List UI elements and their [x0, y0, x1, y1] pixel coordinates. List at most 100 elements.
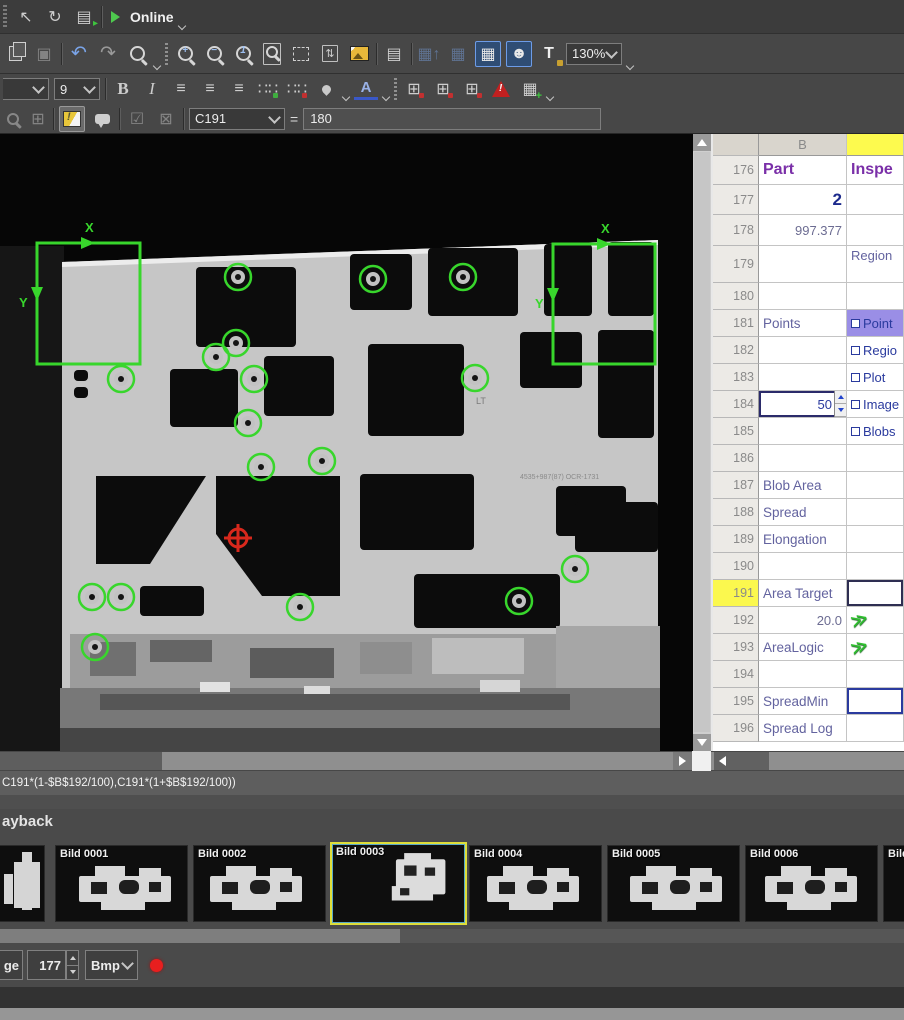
- cell-C187[interactable]: [847, 472, 904, 499]
- formula-value-field[interactable]: 180: [303, 108, 601, 130]
- cell-B191[interactable]: Area Target: [759, 580, 847, 607]
- font-name-select[interactable]: [3, 78, 49, 100]
- note-icon[interactable]: [59, 106, 85, 132]
- row-number-183[interactable]: 183: [713, 364, 759, 391]
- row-number-178[interactable]: 178: [713, 215, 759, 246]
- cell-B195[interactable]: SpreadMin: [759, 688, 847, 715]
- cell-C195[interactable]: [847, 688, 904, 715]
- cell-C181[interactable]: Point: [847, 310, 904, 337]
- spin-up-icon[interactable]: [835, 391, 846, 404]
- image-display-icon[interactable]: [347, 42, 371, 66]
- fail-color-format-icon[interactable]: ∷∷: [285, 77, 309, 101]
- row-number-189[interactable]: 189: [713, 526, 759, 553]
- row-number-185[interactable]: 185: [713, 418, 759, 445]
- thumbnail-bild-0005[interactable]: Bild 0005: [607, 845, 740, 922]
- cell-B185[interactable]: [759, 418, 847, 445]
- online-dropdown-caret[interactable]: [177, 22, 185, 30]
- row-number-187[interactable]: 187: [713, 472, 759, 499]
- cell-B190[interactable]: [759, 553, 847, 580]
- align-right-icon[interactable]: ≡: [227, 77, 251, 101]
- cell-B177[interactable]: 2: [759, 185, 847, 215]
- cell-C188[interactable]: [847, 499, 904, 526]
- export-job-icon[interactable]: ▤▸: [72, 5, 96, 29]
- zoom-actual-icon[interactable]: 1: [231, 42, 255, 66]
- thumbnail-bild-0003[interactable]: Bild 0003: [330, 842, 467, 925]
- column-header-c[interactable]: [847, 134, 904, 156]
- scroll-up-button[interactable]: [693, 134, 711, 151]
- cell-B193[interactable]: AreaLogic: [759, 634, 847, 661]
- overlay-text-icon[interactable]: T: [537, 42, 561, 66]
- column-header-b[interactable]: B: [759, 134, 847, 156]
- cell-B181[interactable]: Points: [759, 310, 847, 337]
- frame-stepper[interactable]: [66, 950, 79, 980]
- image-vertical-scrollbar[interactable]: [693, 134, 711, 751]
- undo-icon[interactable]: ↶: [67, 42, 91, 66]
- cell-C193[interactable]: ≫: [847, 634, 904, 661]
- cell-spinner[interactable]: [834, 391, 846, 417]
- select-tool-icon[interactable]: ↖: [14, 5, 38, 29]
- align-center-icon[interactable]: ≡: [198, 77, 222, 101]
- thumbnail-bild[interactable]: Bild: [883, 845, 904, 922]
- comment-icon[interactable]: [90, 107, 114, 131]
- insert-row-icon[interactable]: ▦↑: [417, 42, 441, 66]
- online-label[interactable]: Online: [130, 9, 174, 25]
- cell-C194[interactable]: [847, 661, 904, 688]
- row-number-196[interactable]: 196: [713, 715, 759, 742]
- paste-icon[interactable]: ▣: [32, 42, 56, 66]
- row-number-194[interactable]: 194: [713, 661, 759, 688]
- row-number-180[interactable]: 180: [713, 283, 759, 310]
- zoom-cell-icon[interactable]: [3, 107, 23, 131]
- cell-C190[interactable]: [847, 553, 904, 580]
- row-number-184[interactable]: 184: [713, 391, 759, 418]
- cell-B188[interactable]: Spread: [759, 499, 847, 526]
- row-number-193[interactable]: 193: [713, 634, 759, 661]
- row-number-181[interactable]: 181: [713, 310, 759, 337]
- thumbnail-bild-0004[interactable]: Bild 0004: [469, 845, 602, 922]
- font-color-icon[interactable]: A: [354, 79, 378, 100]
- row-number-192[interactable]: 192: [713, 607, 759, 634]
- graphics-stack-icon[interactable]: ▤: [382, 42, 406, 66]
- image-horizontal-scrollbar[interactable]: [0, 752, 673, 770]
- scroll-down-button[interactable]: [693, 734, 711, 751]
- filmstrip-scrollbar[interactable]: [0, 929, 904, 943]
- row-number-176[interactable]: 176: [713, 156, 759, 185]
- image-hscroll-thumb[interactable]: [0, 752, 162, 770]
- zoom-level-select[interactable]: 130%: [566, 43, 622, 65]
- row-number-190[interactable]: 190: [713, 553, 759, 580]
- error-warning-icon[interactable]: [489, 77, 513, 101]
- job-pass-fail-icon[interactable]: ▦+: [518, 77, 542, 101]
- crosshair-grid-icon[interactable]: ⊞: [28, 107, 48, 131]
- cell-B176[interactable]: Part: [759, 156, 847, 185]
- image-view-button[interactable]: ☻: [506, 41, 532, 67]
- corner-header[interactable]: [713, 134, 759, 156]
- zoom-region-icon[interactable]: [260, 42, 284, 66]
- toolbar-grip[interactable]: [3, 5, 7, 29]
- insert-column-icon[interactable]: ▦: [446, 42, 470, 66]
- cell-B184[interactable]: 50: [759, 391, 847, 418]
- pass-color-format-icon[interactable]: ∷∷: [256, 77, 280, 101]
- cell-C185[interactable]: Blobs: [847, 418, 904, 445]
- cell-B196[interactable]: Spread Log: [759, 715, 847, 742]
- cell-C192[interactable]: ≫: [847, 607, 904, 634]
- checkbox-tool-icon[interactable]: ☑: [125, 107, 149, 131]
- cell-B178[interactable]: 997.377: [759, 215, 847, 246]
- image-viewport[interactable]: 4535+987(87) OCR-1731LTXYXY: [0, 134, 693, 751]
- cell-C196[interactable]: [847, 715, 904, 742]
- frame-step-down[interactable]: [66, 966, 79, 981]
- cell-C182[interactable]: Regio: [847, 337, 904, 364]
- zoom-out-icon[interactable]: −: [202, 42, 226, 66]
- row-number-177[interactable]: 177: [713, 185, 759, 215]
- toolbar-overflow-caret[interactable]: [626, 62, 634, 70]
- cell-B194[interactable]: [759, 661, 847, 688]
- filmstrip-scroll-thumb[interactable]: [0, 929, 400, 943]
- cell-C184[interactable]: Image: [847, 391, 904, 418]
- snippet-import-icon[interactable]: ⊞: [402, 77, 426, 101]
- vertical-scroll-thumb[interactable]: [694, 152, 710, 732]
- find-caret[interactable]: [153, 62, 161, 70]
- row-number-191[interactable]: 191: [713, 580, 759, 607]
- sheet-scroll-left-button[interactable]: [714, 752, 731, 770]
- cell-B189[interactable]: Elongation: [759, 526, 847, 553]
- cell-B186[interactable]: [759, 445, 847, 472]
- row-number-179[interactable]: 179: [713, 246, 759, 283]
- row-number-195[interactable]: 195: [713, 688, 759, 715]
